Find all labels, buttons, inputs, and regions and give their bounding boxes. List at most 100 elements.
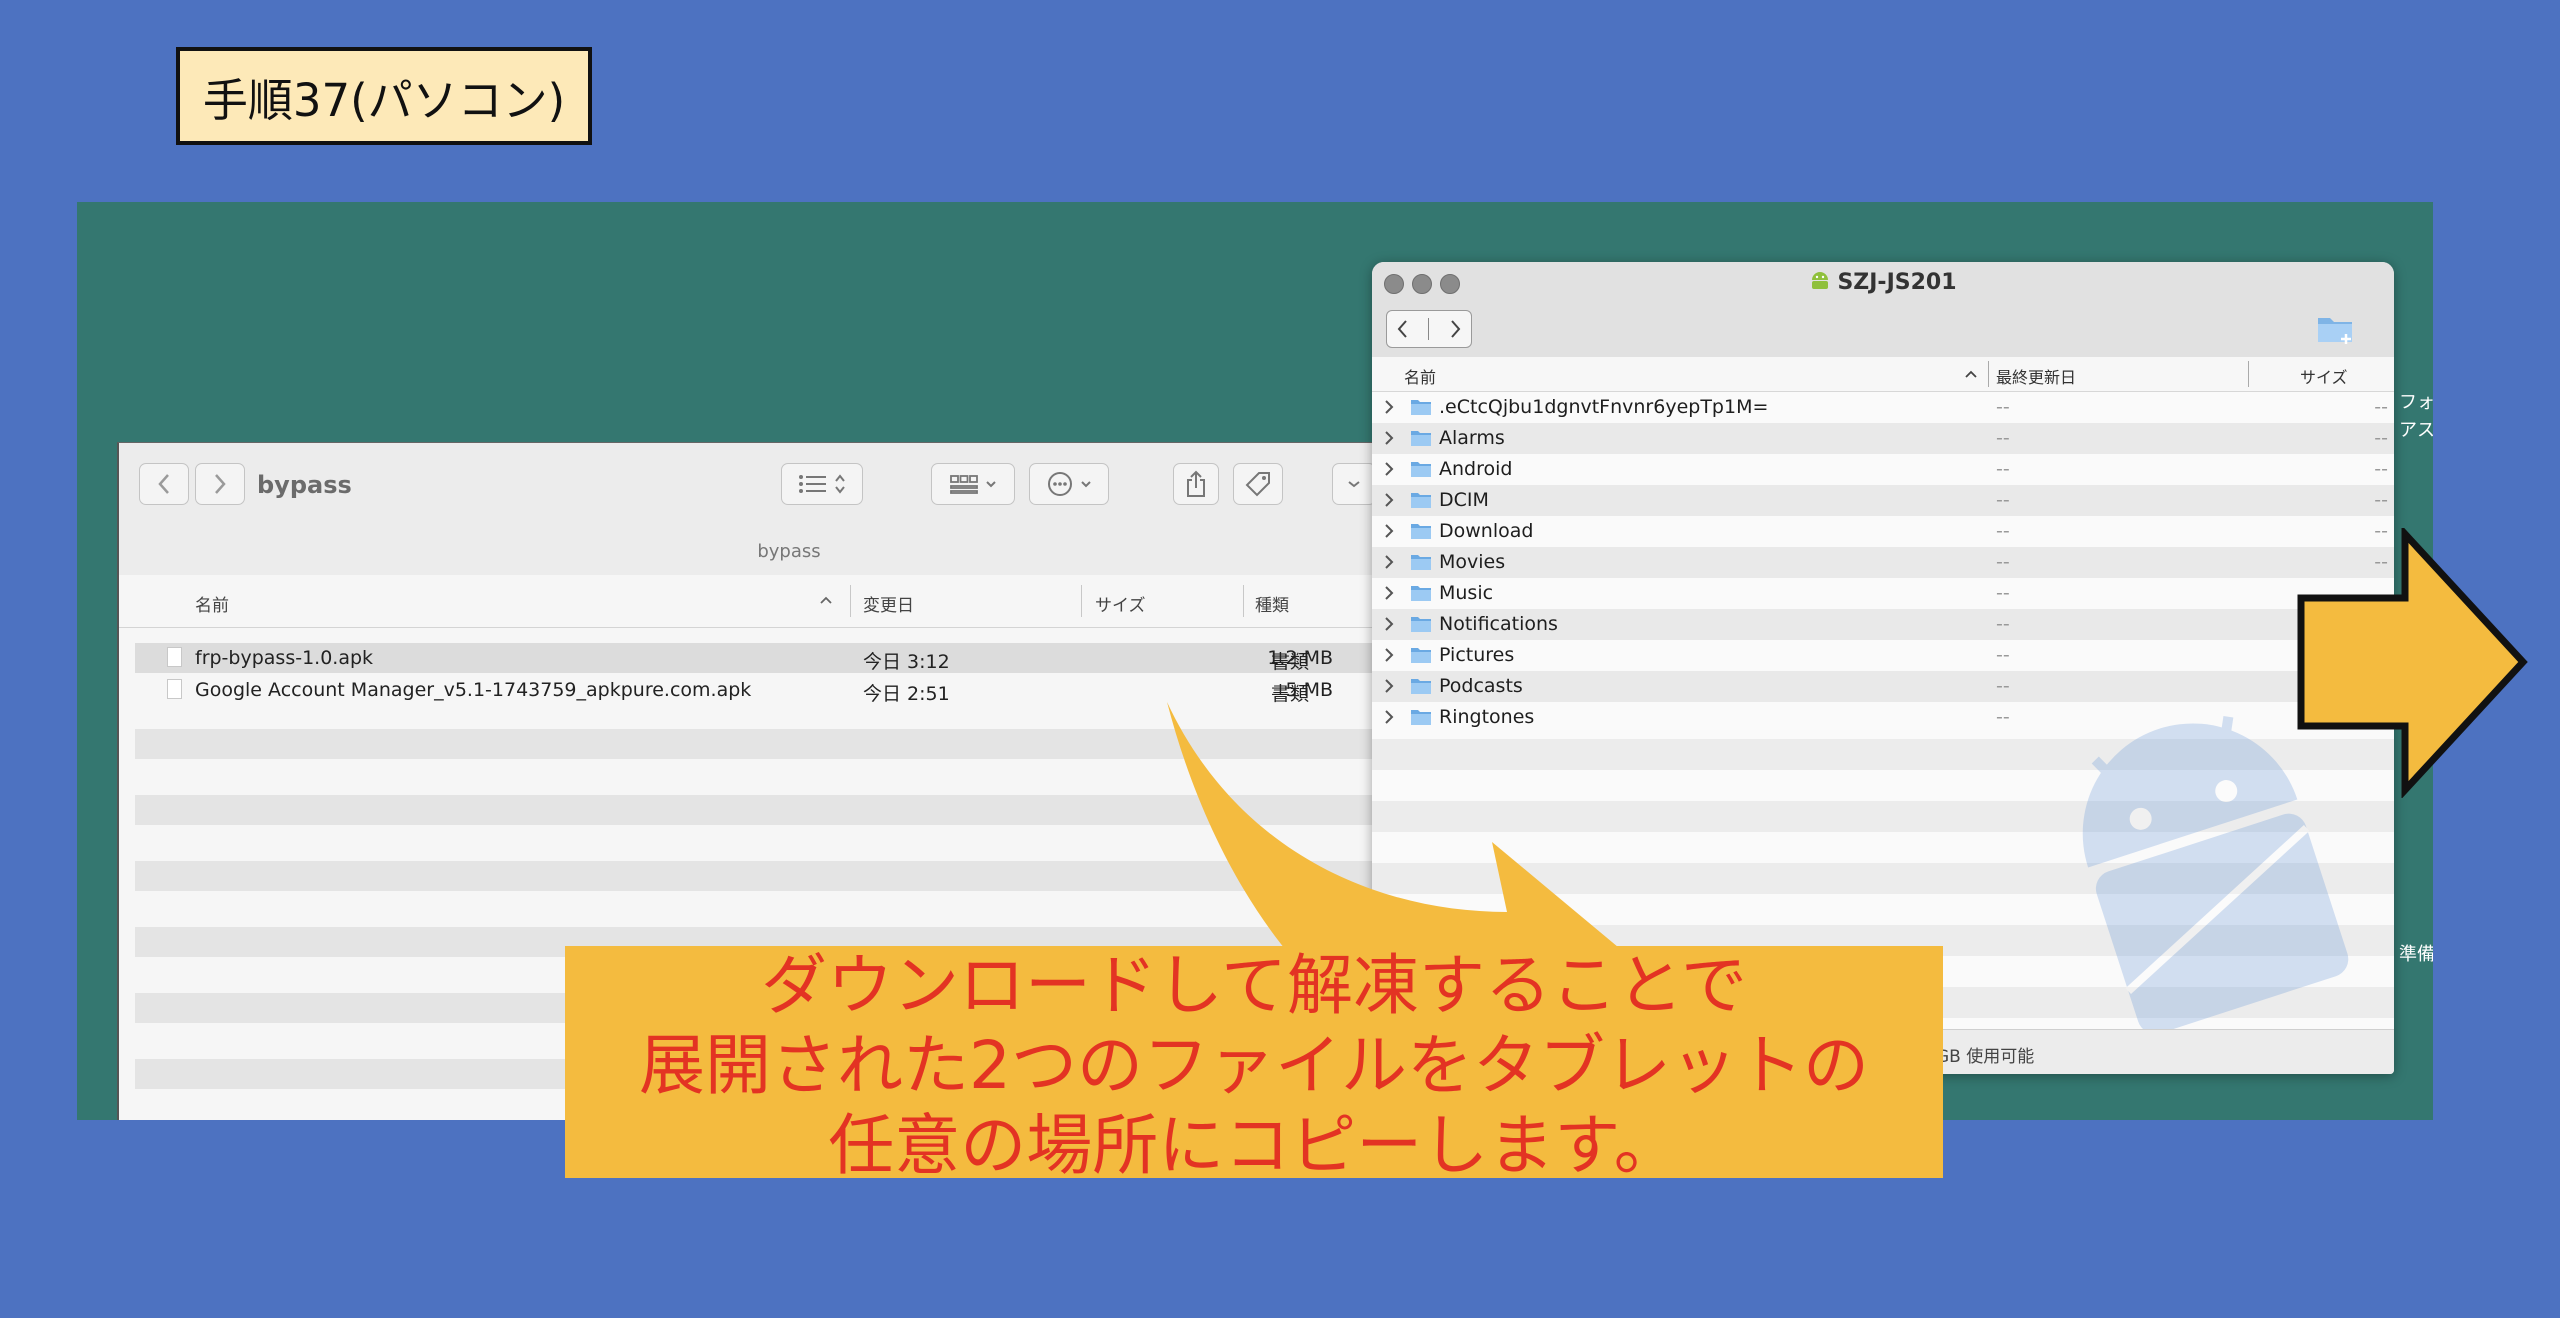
disclosure-chevron-icon[interactable] xyxy=(1384,645,1394,665)
more-button[interactable] xyxy=(1332,463,1376,505)
chevron-left-icon xyxy=(158,474,169,494)
device-title: SZJ-JS201 xyxy=(1837,270,1957,295)
col-modified[interactable]: 最終更新日 xyxy=(1996,364,2076,388)
folder-modified: -- xyxy=(1996,582,2010,604)
new-folder-icon[interactable] xyxy=(2316,312,2356,346)
updown-chevron-icon xyxy=(835,474,845,494)
folder-modified: -- xyxy=(1996,458,2010,480)
chevron-left-icon[interactable] xyxy=(1396,319,1410,339)
document-icon xyxy=(167,679,182,699)
col-kind[interactable]: 種類 xyxy=(1255,591,1289,616)
tag-icon xyxy=(1245,472,1270,497)
chevron-right-icon[interactable] xyxy=(1448,319,1462,339)
share-button[interactable] xyxy=(1173,463,1219,505)
caption-line-1: ダウンロードして解凍することで xyxy=(760,947,1748,1024)
list-icon xyxy=(799,475,826,493)
action-button[interactable] xyxy=(1029,463,1109,505)
ellipsis-circle-icon xyxy=(1048,472,1072,496)
folder-name: Pictures xyxy=(1439,644,1515,666)
desktop-label: アス xyxy=(2399,420,2433,441)
device-nav-buttons xyxy=(1386,310,1472,348)
folder-name: Music xyxy=(1439,582,1494,604)
folder-row[interactable]: .eCtcQjbu1dgnvtFnvnr6yepTp1M= -- -- xyxy=(1372,392,2394,423)
disclosure-chevron-icon[interactable] xyxy=(1384,490,1394,510)
folder-name: Notifications xyxy=(1439,613,1558,635)
folder-name: Android xyxy=(1439,458,1513,480)
folder-modified: -- xyxy=(1996,427,2010,449)
col-name[interactable]: 名前 xyxy=(1404,364,1436,388)
col-name[interactable]: 名前 xyxy=(195,591,229,616)
folder-modified: -- xyxy=(1996,675,2010,697)
folder-row[interactable]: Alarms -- -- xyxy=(1372,423,2394,454)
back-button[interactable] xyxy=(139,463,189,505)
folder-icon xyxy=(1411,431,1431,446)
folder-size: -- xyxy=(2374,427,2388,449)
col-size[interactable]: サイズ xyxy=(2300,364,2348,388)
folder-size: -- xyxy=(2374,458,2388,480)
folder-modified: -- xyxy=(1996,489,2010,511)
disclosure-chevron-icon[interactable] xyxy=(1384,459,1394,479)
folder-modified: -- xyxy=(1996,396,2010,418)
sort-ascending-icon xyxy=(820,596,832,604)
folder-row[interactable]: DCIM -- -- xyxy=(1372,485,2394,516)
col-modified[interactable]: 変更日 xyxy=(863,591,914,616)
file-row[interactable]: Google Account Manager_v5.1-1743759_apkp… xyxy=(135,675,1459,705)
sort-ascending-icon xyxy=(1965,370,1977,378)
folder-name: Download xyxy=(1439,520,1534,542)
finder-column-header: 名前 変更日 サイズ 種類 xyxy=(119,575,1459,628)
chevron-right-icon xyxy=(215,474,226,494)
folder-row[interactable]: Music -- xyxy=(1372,578,2394,609)
folder-modified: -- xyxy=(1996,644,2010,666)
forward-button[interactable] xyxy=(195,463,245,505)
grid-icon xyxy=(950,475,978,494)
col-size[interactable]: サイズ xyxy=(1095,591,1146,616)
folder-name: .eCtcQjbu1dgnvtFnvnr6yepTp1M= xyxy=(1439,396,1769,418)
disclosure-chevron-icon[interactable] xyxy=(1384,397,1394,417)
disclosure-chevron-icon[interactable] xyxy=(1384,583,1394,603)
tag-button[interactable] xyxy=(1233,463,1283,505)
desktop-label: フォ xyxy=(2399,392,2433,413)
folder-icon xyxy=(1411,524,1431,539)
chevron-down-icon xyxy=(986,481,996,488)
folder-modified: -- xyxy=(1996,706,2010,728)
folder-row[interactable]: Android -- -- xyxy=(1372,454,2394,485)
folder-size: -- xyxy=(2374,489,2388,511)
folder-row[interactable]: Download -- -- xyxy=(1372,516,2394,547)
caption-box: ダウンロードして解凍することで 展開された2つのファイルをタブレットの 任意の場… xyxy=(565,946,1943,1184)
folder-modified: -- xyxy=(1996,613,2010,635)
folder-size: -- xyxy=(2374,396,2388,418)
folder-icon xyxy=(1411,555,1431,570)
file-row[interactable]: frp-bypass-1.0.apk 今日 3:12 1.2 MB 書類 xyxy=(135,643,1459,673)
disclosure-chevron-icon[interactable] xyxy=(1384,521,1394,541)
folder-icon xyxy=(1411,648,1431,663)
device-column-header: 名前 最終更新日 サイズ xyxy=(1372,357,2394,392)
folder-name: Alarms xyxy=(1439,427,1505,449)
desktop-label: 準備 xyxy=(2399,944,2433,965)
document-icon xyxy=(167,647,182,667)
storage-status: GB 使用可能 xyxy=(1936,1047,2035,1067)
disclosure-chevron-icon[interactable] xyxy=(1384,614,1394,634)
device-toolbar: SZJ-JS201 xyxy=(1372,262,2394,358)
folder-icon xyxy=(1411,617,1431,632)
folder-modified: -- xyxy=(1996,551,2010,573)
disclosure-chevron-icon[interactable] xyxy=(1384,676,1394,696)
folder-icon xyxy=(1411,462,1431,477)
chevron-down-icon xyxy=(1348,481,1360,488)
view-list-button[interactable] xyxy=(781,463,863,505)
folder-name: Movies xyxy=(1439,551,1506,573)
finder-toolbar: bypass bypass xyxy=(119,443,1459,577)
step-label: 手順37(パソコン) xyxy=(176,47,592,145)
disclosure-chevron-icon[interactable] xyxy=(1384,428,1394,448)
folder-row[interactable]: Notifications -- xyxy=(1372,609,2394,640)
folder-name: DCIM xyxy=(1439,489,1489,511)
group-button[interactable] xyxy=(931,463,1015,505)
caption-line-2: 展開された2つのファイルをタブレットの xyxy=(639,1027,1869,1104)
chevron-down-icon xyxy=(1081,481,1091,488)
path-bar: bypass xyxy=(757,541,821,562)
disclosure-chevron-icon[interactable] xyxy=(1384,552,1394,572)
folder-modified: -- xyxy=(1996,520,2010,542)
share-icon xyxy=(1187,470,1205,497)
folder-icon xyxy=(1411,586,1431,601)
finder-title: bypass xyxy=(257,471,352,499)
folder-row[interactable]: Movies -- -- xyxy=(1372,547,2394,578)
